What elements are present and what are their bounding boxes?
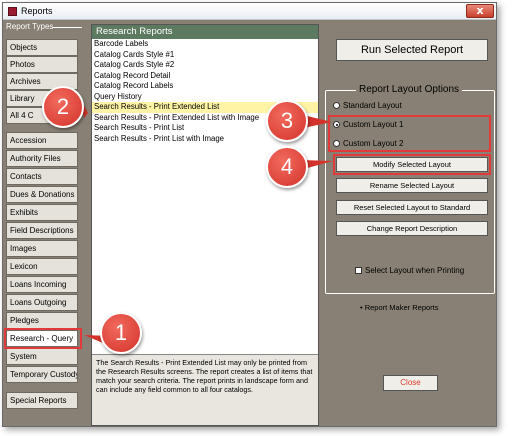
callout-1-badge: 1: [100, 312, 142, 354]
callout-pointers: [80, 98, 333, 346]
callout-3-badge: 3: [266, 100, 308, 142]
callout-2-badge: 2: [42, 86, 84, 128]
callout-4-badge: 4: [266, 146, 308, 188]
